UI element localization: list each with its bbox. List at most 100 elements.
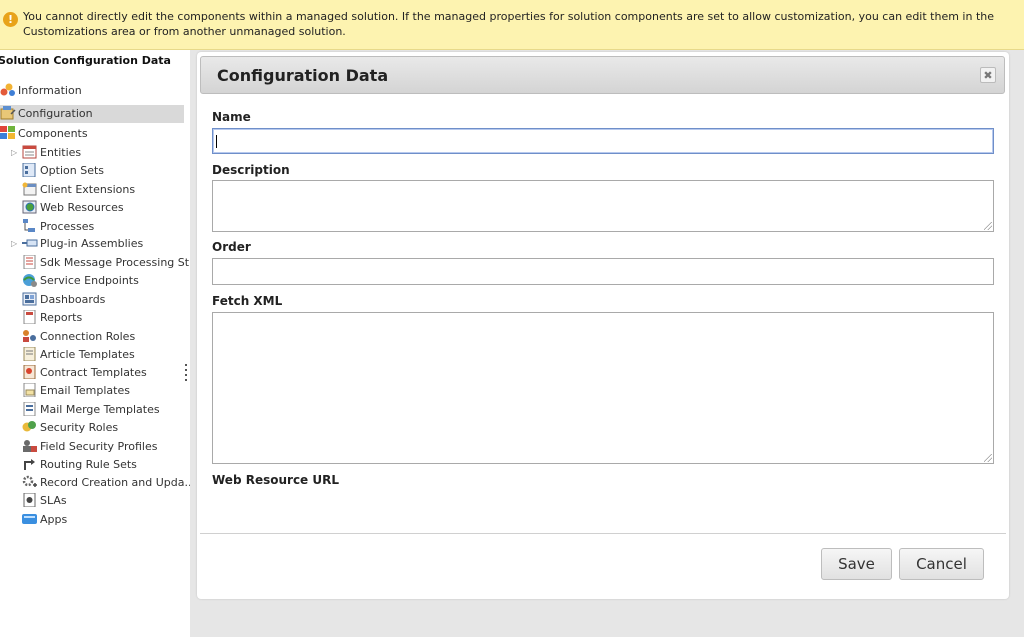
sidebar-item-label: Mail Merge Templates xyxy=(40,403,160,416)
warning-text: You cannot directly edit the components … xyxy=(23,10,995,38)
entities-icon xyxy=(22,145,37,159)
sidebar-title: Solution Configuration Data xyxy=(0,54,171,67)
text-caret xyxy=(216,135,217,148)
save-button[interactable]: Save xyxy=(821,548,892,580)
sidebar-item-label: Information xyxy=(18,84,82,97)
web-resources-icon xyxy=(22,200,37,214)
sidebar-item-configuration[interactable]: Configuration xyxy=(0,105,184,123)
sidebar-item-record-creation-and-update-rules[interactable]: Record Creation and Upda... xyxy=(22,474,190,492)
sidebar-item-web-resources[interactable]: Web Resources xyxy=(22,199,124,217)
sidebar-item-information[interactable]: Information xyxy=(0,82,184,100)
reports-icon xyxy=(22,309,36,325)
sidebar-item-apps[interactable]: Apps xyxy=(22,511,67,529)
close-icon: ✖ xyxy=(983,69,993,82)
sidebar-item-processes[interactable]: Processes xyxy=(22,218,94,236)
sidebar-splitter-handle[interactable] xyxy=(184,364,188,386)
apps-icon xyxy=(22,512,37,526)
sidebar-item-label: Email Templates xyxy=(40,384,130,397)
configuration-icon xyxy=(0,106,16,120)
plugin-assemblies-expander-icon[interactable]: ▷ xyxy=(11,235,19,253)
sidebar-item-label: Entities xyxy=(40,146,82,159)
sidebar-item-field-security-profiles[interactable]: Field Security Profiles xyxy=(22,438,158,456)
sidebar-item-label: SLAs xyxy=(40,494,67,507)
components-icon xyxy=(0,126,15,140)
sidebar-item-security-roles[interactable]: Security Roles xyxy=(22,419,118,437)
sidebar-item-label: Plug-in Assemblies xyxy=(40,237,144,250)
sidebar-item-label: Client Extensions xyxy=(40,183,136,196)
option-sets-icon xyxy=(22,162,36,178)
plugin-assemblies-icon xyxy=(22,236,38,250)
sidebar-item-email-templates[interactable]: Email Templates xyxy=(22,382,130,400)
sidebar-item-plugin-assemblies[interactable]: Plug-in Assemblies xyxy=(22,235,143,253)
connection-roles-icon xyxy=(22,329,36,343)
client-extensions-icon xyxy=(22,182,37,196)
entities-expander-icon[interactable]: ▷ xyxy=(11,144,19,162)
sidebar-item-label: Apps xyxy=(40,513,68,526)
field-security-profiles-icon xyxy=(22,439,37,453)
sidebar-item-entities[interactable]: Entities xyxy=(22,144,81,162)
dashboards-icon xyxy=(22,292,37,306)
contract-templates-icon xyxy=(22,364,36,380)
routing-rule-sets-icon xyxy=(22,457,36,471)
sidebar-item-dashboards[interactable]: Dashboards xyxy=(22,291,105,309)
article-templates-icon xyxy=(22,346,36,362)
sidebar-item-article-templates[interactable]: Article Templates xyxy=(22,346,135,364)
sidebar-item-label: Security Roles xyxy=(40,421,119,434)
sidebar-item-label: Sdk Message Processing St... xyxy=(40,256,190,269)
mail-merge-templates-icon xyxy=(22,401,36,417)
record-creation-icon xyxy=(22,475,37,489)
warning-icon: ! xyxy=(3,12,18,27)
security-roles-icon xyxy=(22,420,36,434)
sidebar-item-contract-templates[interactable]: Contract Templates xyxy=(22,364,147,382)
sidebar-item-reports[interactable]: Reports xyxy=(22,309,82,327)
sidebar-item-label: Processes xyxy=(40,220,95,233)
description-textarea[interactable] xyxy=(212,180,994,232)
sidebar-item-label: Reports xyxy=(40,311,83,324)
sidebar-item-label: Connection Roles xyxy=(40,330,136,343)
sidebar-item-label: Contract Templates xyxy=(40,366,147,379)
sidebar-item-label: Configuration xyxy=(18,107,93,120)
managed-solution-warning-banner: ! You cannot directly edit the component… xyxy=(0,0,1024,50)
sidebar-item-label: Field Security Profiles xyxy=(40,440,158,453)
sidebar-item-label: Dashboards xyxy=(40,293,106,306)
information-icon xyxy=(0,83,15,97)
description-label: Description xyxy=(212,163,290,177)
dialog-title: Configuration Data xyxy=(217,66,389,85)
sidebar-item-service-endpoints[interactable]: Service Endpoints xyxy=(22,272,139,290)
cancel-button[interactable]: Cancel xyxy=(899,548,984,580)
sidebar-item-option-sets[interactable]: Option Sets xyxy=(22,162,104,180)
order-label: Order xyxy=(212,240,251,254)
configuration-data-dialog: Configuration Data ✖ Name Description Or… xyxy=(197,52,1009,599)
processes-icon xyxy=(22,219,36,233)
sidebar-item-connection-roles[interactable]: Connection Roles xyxy=(22,328,135,346)
resize-grip-icon[interactable] xyxy=(984,222,992,230)
sidebar-item-label: Option Sets xyxy=(40,164,105,177)
sdk-message-icon xyxy=(22,254,36,270)
resize-grip-icon[interactable] xyxy=(984,454,992,462)
close-button[interactable]: ✖ xyxy=(980,67,996,83)
sidebar-item-label: Web Resources xyxy=(40,201,124,214)
sidebar-item-components[interactable]: Components xyxy=(0,125,184,143)
sidebar-item-mail-merge-templates[interactable]: Mail Merge Templates xyxy=(22,401,160,419)
service-endpoints-icon xyxy=(22,273,37,287)
sidebar-item-client-extensions[interactable]: Client Extensions xyxy=(22,181,135,199)
sidebar-item-label: Record Creation and Upda... xyxy=(40,476,190,489)
fetch-xml-label: Fetch XML xyxy=(212,294,283,308)
sidebar-item-sdk-message-processing-steps[interactable]: Sdk Message Processing St... xyxy=(22,254,190,272)
email-templates-icon xyxy=(22,382,36,398)
web-resource-url-label: Web Resource URL xyxy=(212,473,340,487)
sidebar-item-label: Routing Rule Sets xyxy=(40,458,137,471)
sidebar: Solution Configuration Data Information … xyxy=(0,50,190,637)
name-label: Name xyxy=(212,110,251,124)
footer-divider xyxy=(200,533,1006,534)
name-input[interactable] xyxy=(212,128,994,154)
dialog-header: Configuration Data ✖ xyxy=(200,56,1005,94)
fetch-xml-textarea[interactable] xyxy=(212,312,994,464)
sidebar-item-label: Components xyxy=(18,127,88,140)
order-input[interactable] xyxy=(212,258,994,285)
slas-icon xyxy=(22,492,36,508)
sidebar-item-label: Article Templates xyxy=(40,348,135,361)
sidebar-item-label: Service Endpoints xyxy=(40,274,139,287)
sidebar-item-slas[interactable]: SLAs xyxy=(22,492,67,510)
sidebar-item-routing-rule-sets[interactable]: Routing Rule Sets xyxy=(22,456,137,474)
